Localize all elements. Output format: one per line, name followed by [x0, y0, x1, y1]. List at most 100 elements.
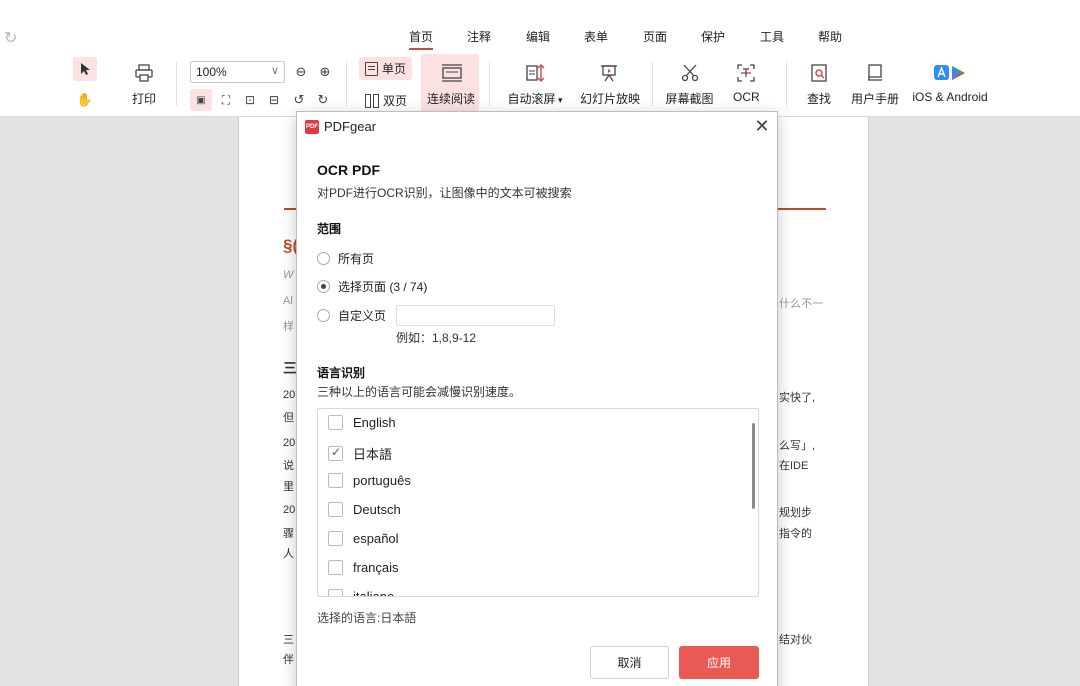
language-heading: 语言识别 [317, 366, 366, 380]
checkbox[interactable] [328, 415, 343, 430]
zoom-select[interactable]: 100% ∨ [190, 61, 285, 83]
doc-text: 伴 [283, 654, 294, 666]
doc-text: 么写」, [779, 440, 816, 452]
tab-protect[interactable]: 保护 [701, 28, 725, 45]
language-item-italian[interactable]: italiano [328, 589, 394, 596]
select-cursor-icon[interactable] [73, 57, 97, 81]
language-item-english[interactable]: English [328, 415, 396, 430]
printer-icon [134, 63, 154, 83]
checkbox[interactable] [328, 445, 343, 461]
doc-heading: 三 [283, 360, 297, 376]
continuous-scroll-icon [441, 63, 462, 83]
ribbon-toolbar: ↻ 首页 注释 编辑 表单 页面 保护 工具 帮助 ✋ 打印 100% ∨ ⊖ … [0, 0, 1080, 117]
screenshot-button[interactable]: 屏幕截图 [665, 63, 714, 107]
doc-text: 但 [283, 412, 294, 424]
doc-text: 什么不一 [779, 298, 823, 310]
user-manual-button[interactable]: 用户手册 [850, 63, 900, 107]
zoom-out-icon[interactable]: ⊖ [289, 60, 313, 84]
ocr-button[interactable]: OCR [733, 63, 760, 104]
continuous-read-button[interactable]: 连续阅读 [426, 63, 476, 107]
rotate-right-icon[interactable]: ↻ [311, 88, 335, 112]
hand-tool-icon[interactable]: ✋ [73, 88, 97, 112]
slideshow-button[interactable]: 幻灯片放映 [580, 63, 640, 107]
doc-text: Al [283, 295, 293, 307]
fit-height-icon[interactable]: ⊟ [262, 88, 286, 112]
doc-text: 样 [283, 321, 294, 333]
double-page-icon [365, 93, 379, 108]
single-page-button[interactable]: 单页 [359, 57, 413, 80]
manual-book-icon [865, 63, 885, 83]
tab-edit[interactable]: 编辑 [526, 28, 550, 45]
range-heading: 范围 [317, 222, 342, 236]
language-hint: 三种以上的语言可能会减慢识别速度。 [317, 385, 522, 399]
auto-scroll-button[interactable]: 自动滚屏 ▾ [505, 63, 565, 107]
print-button[interactable]: 打印 [131, 63, 157, 107]
checkbox[interactable] [328, 560, 343, 575]
checkbox[interactable] [328, 531, 343, 546]
language-list-scrollbar[interactable] [752, 423, 755, 509]
dialog-title: OCR PDF [317, 162, 380, 178]
radio-custom-pages[interactable] [317, 309, 330, 322]
fit-page-icon[interactable]: ⛶ [214, 88, 238, 112]
doc-text: 骤 [283, 528, 294, 540]
language-item-german[interactable]: Deutsch [328, 502, 401, 517]
tab-annotate[interactable]: 注释 [467, 28, 491, 45]
redo-icon[interactable]: ↻ [4, 28, 20, 47]
app-store-icon [932, 63, 968, 83]
projector-icon [599, 63, 619, 83]
print-label: 打印 [131, 92, 156, 106]
doc-text: 实快了, [779, 392, 816, 404]
tab-tools[interactable]: 工具 [760, 28, 784, 45]
tab-page[interactable]: 页面 [643, 28, 667, 45]
doc-text: 里 [283, 481, 294, 493]
tab-home[interactable]: 首页 [409, 28, 434, 50]
single-page-icon [365, 61, 378, 76]
doc-text: W [283, 269, 294, 281]
selected-languages-text: 选择的语言:日本語 [317, 611, 417, 625]
apply-button[interactable]: 应用 [679, 646, 759, 679]
pdfgear-logo-icon: PDF [305, 120, 319, 134]
language-item-portuguese[interactable]: português [328, 473, 411, 488]
range-selected-pages-option[interactable]: 选择页面 (3 / 74) [317, 278, 427, 295]
range-custom-pages-option[interactable]: 自定义页 [317, 307, 386, 324]
dialog-subtitle: 对PDF进行OCR识别，让图像中的文本可被搜索 [317, 186, 572, 200]
language-item-spanish[interactable]: español [328, 531, 399, 546]
close-icon[interactable]: ✕ [752, 116, 772, 137]
doc-text: 人 [283, 548, 294, 560]
checkbox[interactable] [328, 473, 343, 488]
range-all-pages-option[interactable]: 所有页 [317, 250, 374, 267]
mobile-apps-button[interactable]: iOS & Android [908, 63, 992, 104]
double-page-button[interactable]: 双页 [359, 89, 413, 112]
doc-text: 20 [283, 504, 296, 516]
chevron-down-icon: ∨ [270, 65, 279, 77]
auto-scroll-icon [525, 63, 545, 83]
fit-width-icon[interactable]: ⊡ [238, 88, 262, 112]
doc-text: 20 [283, 389, 296, 401]
dialog-app-name: PDFgear [324, 119, 377, 134]
radio-selected-pages[interactable] [317, 280, 330, 293]
checkbox[interactable] [328, 502, 343, 517]
custom-pages-input[interactable] [396, 305, 555, 326]
doc-text: 指令的 [779, 528, 812, 540]
custom-pages-example: 例如：1,8,9-12 [396, 331, 477, 345]
zoom-in-icon[interactable]: ⊕ [313, 60, 337, 84]
tab-help[interactable]: 帮助 [818, 28, 842, 45]
ocr-dialog: PDF PDFgear ✕ OCR PDF 对PDF进行OCR识别，让图像中的文… [296, 111, 778, 686]
language-item-japanese[interactable]: 日本語 [328, 444, 392, 463]
find-button[interactable]: 查找 [806, 63, 832, 107]
doc-text: 结对伙 [779, 634, 812, 646]
rotate-left-icon[interactable]: ↺ [287, 88, 311, 112]
language-item-french[interactable]: français [328, 560, 399, 575]
find-document-icon [809, 63, 829, 83]
radio-all-pages[interactable] [317, 252, 330, 265]
doc-text: 规划步 [779, 507, 812, 519]
ocr-scan-icon [736, 63, 756, 83]
doc-text: 三 [283, 634, 294, 646]
language-list[interactable]: English 日本語 português Deutsch español fr… [317, 408, 759, 597]
cancel-button[interactable]: 取消 [590, 646, 669, 679]
doc-text: 说 [283, 460, 294, 472]
tab-form[interactable]: 表单 [584, 28, 608, 45]
doc-text: 在IDE [779, 460, 809, 472]
actual-size-icon[interactable]: ▣ [190, 89, 212, 111]
checkbox[interactable] [328, 589, 343, 596]
